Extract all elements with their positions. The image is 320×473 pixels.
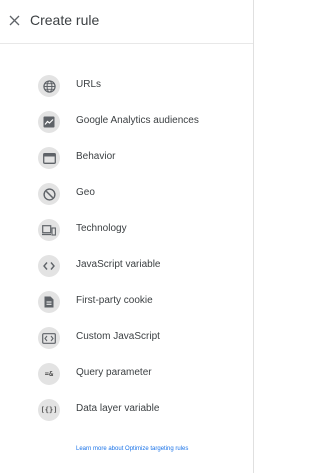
close-icon[interactable]: [6, 12, 22, 28]
rule-item-label: JavaScript variable: [76, 259, 161, 270]
rule-item-urls[interactable]: URLs: [0, 68, 253, 104]
rule-item-query-parameter[interactable]: =& Query parameter: [0, 356, 253, 392]
geo-compass-icon: [38, 183, 60, 205]
rule-item-label: Geo: [76, 187, 95, 198]
panel-title: Create rule: [30, 12, 100, 28]
create-rule-panel: Create rule URLs Google Analytics audien…: [0, 0, 254, 473]
rule-item-label: Custom JavaScript: [76, 331, 160, 342]
devices-icon: [38, 219, 60, 241]
rule-item-label: Data layer variable: [76, 403, 160, 414]
rule-item-label: URLs: [76, 79, 102, 90]
learn-more-link[interactable]: Learn more about Optimize targeting rule…: [76, 446, 188, 452]
custom-code-icon: [38, 327, 60, 349]
rule-item-behavior[interactable]: Behavior: [0, 140, 253, 176]
rule-item-label: Technology: [76, 223, 127, 234]
rule-type-list: URLs Google Analytics audiences Behavior: [0, 68, 253, 428]
rule-item-label: Google Analytics audiences: [76, 115, 199, 126]
rule-item-javascript-variable[interactable]: JavaScript variable: [0, 248, 253, 284]
data-layer-icon: [{}]: [38, 399, 60, 421]
code-brackets-icon: [38, 255, 60, 277]
rule-item-custom-javascript[interactable]: Custom JavaScript: [0, 320, 253, 356]
rule-item-first-party-cookie[interactable]: First-party cookie: [0, 284, 253, 320]
rule-item-geo[interactable]: Geo: [0, 176, 253, 212]
analytics-chart-icon: [38, 111, 60, 133]
rule-item-technology[interactable]: Technology: [0, 212, 253, 248]
browser-window-icon: [38, 147, 60, 169]
query-param-icon: =&: [38, 363, 60, 385]
rule-item-label: First-party cookie: [76, 295, 153, 306]
globe-icon: [38, 75, 60, 97]
rule-item-label: Query parameter: [76, 367, 152, 378]
rule-item-label: Behavior: [76, 151, 116, 162]
rule-item-data-layer-variable[interactable]: [{}] Data layer variable: [0, 392, 253, 428]
rule-item-ga-audiences[interactable]: Google Analytics audiences: [0, 104, 253, 140]
document-icon: [38, 291, 60, 313]
panel-header: Create rule: [0, 0, 253, 44]
